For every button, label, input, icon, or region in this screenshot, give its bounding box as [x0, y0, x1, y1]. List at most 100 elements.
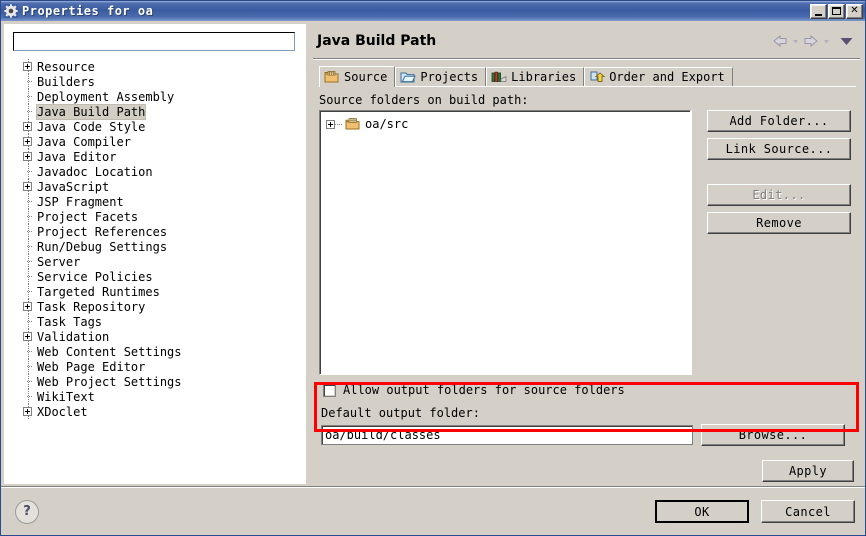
settings-tree[interactable]: Resource Builders Deployment Assembly Java …	[15, 59, 303, 481]
sidebar-item-label: Java Code Style	[37, 119, 146, 134]
sidebar-item-task-tags[interactable]: Task Tags	[15, 314, 303, 329]
sidebar-item-java-build-path[interactable]: Java Build Path	[15, 104, 303, 119]
sidebar-item-label: Web Content Settings	[37, 344, 182, 359]
source-list-scrollbar[interactable]	[691, 110, 699, 375]
forward-menu-chevron-down-icon[interactable]	[822, 34, 831, 48]
tab-label: Libraries	[511, 70, 577, 84]
sidebar-item-task-repository[interactable]: Task Repository	[15, 299, 303, 314]
expand-plus-icon[interactable]	[23, 302, 32, 311]
filter-input[interactable]	[14, 33, 294, 50]
default-output-folder-field[interactable]	[321, 425, 693, 445]
default-output-folder-group: Default output folder: Browse...	[321, 406, 856, 446]
default-output-folder-label: Default output folder:	[321, 406, 480, 420]
allow-output-folders-label: Allow output folders for source folders	[343, 383, 625, 397]
close-icon: ✕	[850, 5, 859, 16]
close-button[interactable]: ✕	[846, 3, 863, 19]
tree-leaf-connector-icon	[23, 77, 33, 86]
sidebar-item-builders[interactable]: Builders	[15, 74, 303, 89]
apply-row: Apply	[319, 460, 854, 482]
tree-guide-line	[335, 123, 342, 125]
remove-button[interactable]: Remove	[707, 212, 851, 234]
source-folder-label: oa/src	[365, 117, 409, 131]
sidebar-item-web-content-settings[interactable]: Web Content Settings	[15, 344, 303, 359]
sidebar-item-web-page-editor[interactable]: Web Page Editor	[15, 359, 303, 374]
source-folders-label: Source folders on build path:	[319, 93, 529, 107]
tab-source[interactable]: Source	[319, 66, 396, 87]
sidebar-item-web-project-settings[interactable]: Web Project Settings	[15, 374, 303, 389]
source-tab-content: Source folders on build path: oa/src Add…	[314, 93, 859, 482]
expand-plus-icon[interactable]	[23, 122, 32, 131]
sidebar-item-label: JSP Fragment	[37, 194, 124, 209]
sidebar-item-label: Server	[37, 254, 81, 269]
properties-dialog-window: Properties for oa ✕ Resource Builders Depl…	[0, 0, 866, 536]
sidebar-item-project-references[interactable]: Project References	[15, 224, 303, 239]
ok-button[interactable]: OK	[655, 500, 749, 523]
allow-output-folders-row[interactable]: Allow output folders for source folders	[323, 383, 856, 397]
minimize-button[interactable]	[810, 3, 827, 19]
source-folder-entry[interactable]: oa/src	[326, 116, 690, 132]
source-folders-list[interactable]: oa/src	[319, 110, 691, 375]
view-menu-triangle-down-icon[interactable]	[839, 34, 854, 48]
tab-label: Source	[344, 70, 388, 84]
sidebar-item-wikitext[interactable]: WikiText	[15, 389, 303, 404]
expand-plus-icon[interactable]	[23, 182, 32, 191]
browse-button[interactable]: Browse...	[701, 424, 845, 446]
tree-leaf-connector-icon	[23, 362, 33, 371]
sidebar-item-validation[interactable]: Validation	[15, 329, 303, 344]
tab-underline	[319, 86, 856, 87]
back-menu-chevron-down-icon[interactable]	[791, 34, 800, 48]
tab-projects[interactable]: Projects	[395, 67, 487, 86]
expand-plus-icon[interactable]	[23, 152, 32, 161]
expand-plus-icon[interactable]	[23, 62, 32, 71]
sidebar-item-xdoclet[interactable]: XDoclet	[15, 404, 303, 419]
sidebar-item-label: Web Project Settings	[37, 374, 182, 389]
question-mark-icon[interactable]: ?	[15, 499, 39, 524]
back-arrow-icon[interactable]	[771, 34, 789, 48]
filter-box[interactable]	[13, 32, 295, 51]
sidebar-item-label: Validation	[37, 329, 110, 344]
sidebar-item-label: XDoclet	[37, 404, 88, 419]
tab-bar[interactable]: Source Projects Libraries Order and Export	[319, 65, 862, 87]
expand-plus-icon[interactable]	[326, 119, 335, 129]
cancel-button[interactable]: Cancel	[761, 500, 855, 523]
tab-libraries[interactable]: Libraries	[486, 67, 585, 86]
sidebar-item-java-compiler[interactable]: Java Compiler	[15, 134, 303, 149]
sidebar-item-label: WikiText	[37, 389, 95, 404]
sidebar-item-server[interactable]: Server	[15, 254, 303, 269]
apply-button[interactable]: Apply	[762, 460, 854, 482]
tab-label: Projects	[420, 70, 479, 84]
tree-leaf-connector-icon	[23, 92, 33, 101]
sidebar-item-java-editor[interactable]: Java Editor	[15, 149, 303, 164]
tree-leaf-connector-icon	[23, 167, 33, 176]
sidebar-item-javascript[interactable]: JavaScript	[15, 179, 303, 194]
sidebar-item-service-policies[interactable]: Service Policies	[15, 269, 303, 284]
expand-plus-icon[interactable]	[23, 407, 32, 416]
allow-output-folders-checkbox[interactable]	[323, 383, 336, 397]
tab-order-and-export[interactable]: Order and Export	[584, 67, 733, 86]
sidebar-item-label: Java Build Path	[37, 104, 146, 119]
add-folder-button[interactable]: Add Folder...	[707, 110, 851, 132]
order-export-icon	[589, 70, 606, 84]
sidebar-item-resource[interactable]: Resource	[15, 59, 303, 74]
sidebar-item-project-facets[interactable]: Project Facets	[15, 209, 303, 224]
sidebar-item-java-code-style[interactable]: Java Code Style	[15, 119, 303, 134]
maximize-button[interactable]	[828, 3, 845, 19]
sidebar-item-label: Builders	[37, 74, 95, 89]
link-source-button[interactable]: Link Source...	[707, 138, 851, 160]
sidebar-item-jsp-fragment[interactable]: JSP Fragment	[15, 194, 303, 209]
expand-plus-icon[interactable]	[23, 137, 32, 146]
tree-leaf-connector-icon	[23, 287, 33, 296]
sidebar-item-label: Task Tags	[37, 314, 103, 329]
sidebar-item-targeted-runtimes[interactable]: Targeted Runtimes	[15, 284, 303, 299]
default-output-folder-row: Browse...	[321, 424, 856, 446]
tree-leaf-connector-icon	[23, 317, 33, 326]
expand-plus-icon[interactable]	[23, 332, 32, 341]
sidebar-item-deployment-assembly[interactable]: Deployment Assembly	[15, 89, 303, 104]
forward-arrow-icon[interactable]	[802, 34, 820, 48]
tree-leaf-connector-icon	[23, 347, 33, 356]
sidebar-item-run-debug-settings[interactable]: Run/Debug Settings	[15, 239, 303, 254]
default-output-folder-input[interactable]	[322, 426, 692, 444]
sidebar-item-label: Project Facets	[37, 209, 139, 224]
sidebar-item-javadoc-location[interactable]: Javadoc Location	[15, 164, 303, 179]
window-title: Properties for oa	[22, 4, 154, 18]
